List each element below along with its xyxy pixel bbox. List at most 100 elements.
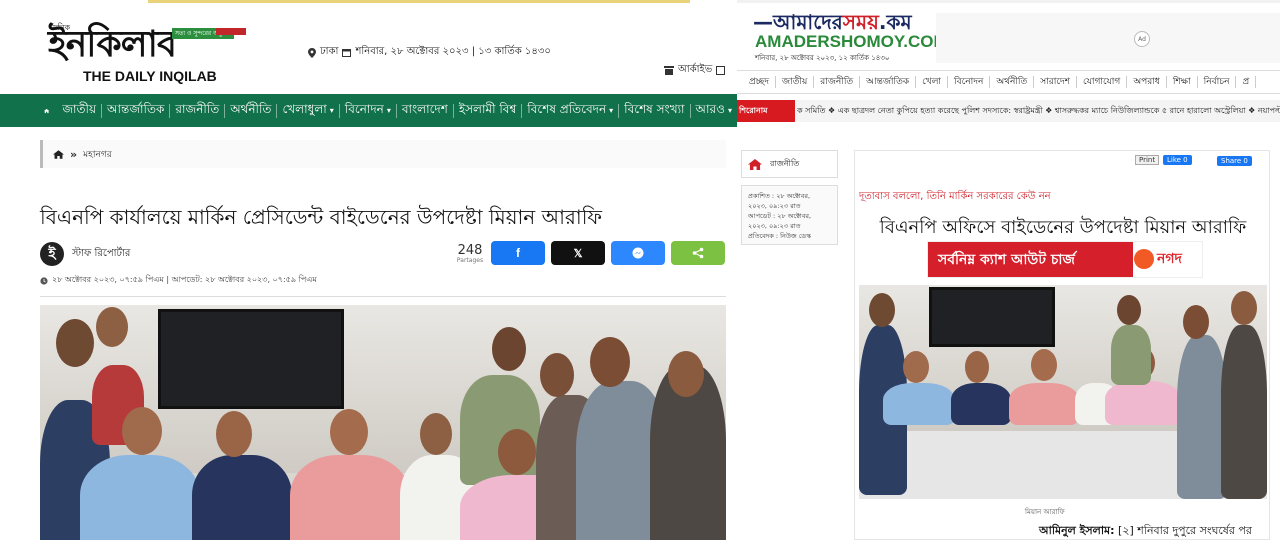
nav-item[interactable]: জাতীয়: [776, 76, 815, 88]
breadcrumb-section[interactable]: মহানগর: [83, 147, 112, 162]
logo-bangla-b: সময়: [842, 10, 879, 34]
share-count-label: Partages: [456, 257, 484, 264]
nav-item[interactable]: শিক্ষা: [1167, 76, 1198, 88]
inqilab-logo[interactable]: দৈনিক ইনকিলাব সত্য ও সুন্দরের অভ্যুদয় T…: [46, 22, 251, 84]
ticker-text[interactable]: ক সমিতি ❖ এক ছাত্রদল নেতা কুপিয়ে হত্যা …: [797, 105, 1280, 118]
lead-text: [২] শনিবার দুপুরে সংঘর্ষের পর: [1114, 524, 1252, 537]
nav-item[interactable]: বিনোদন: [948, 76, 991, 88]
article-photo[interactable]: [859, 285, 1267, 499]
photo-head: [1183, 305, 1209, 339]
calendar-icon: [342, 49, 352, 57]
photo-head: [1117, 295, 1141, 325]
photo-caption: মিয়ান আরাফি: [1025, 508, 1065, 516]
nav-item[interactable]: রাজনীতি: [814, 76, 861, 88]
photo-head: [498, 429, 536, 475]
nav-item-label: বিশেষ সংখ্যা: [624, 101, 685, 116]
archive-link[interactable]: আর্কাইভ: [664, 62, 726, 79]
facebook-icon: f: [516, 246, 520, 260]
print-button[interactable]: Print: [1135, 155, 1160, 165]
nav-item[interactable]: বিনোদন ▾: [340, 101, 396, 121]
logo-bangla-text: ইনকিলাব: [48, 23, 177, 65]
nav-item[interactable]: যোগাযোগ: [1077, 76, 1128, 88]
home-icon[interactable]: [44, 104, 50, 118]
photo-tv: [158, 309, 344, 409]
logo-english-text: THE DAILY INQILAB: [83, 68, 217, 84]
facebook-share-button[interactable]: Share 0: [1217, 156, 1252, 166]
meta-reporter: প্রতিবেদক : নিউজ ডেস্ক: [748, 232, 811, 240]
home-icon[interactable]: [748, 158, 762, 170]
photo-head: [96, 307, 128, 347]
nav-item[interactable]: অর্থনীতি: [225, 101, 276, 121]
nav-item[interactable]: বিশেষ প্রতিবেদন ▾: [522, 101, 618, 121]
date-text: শনিবার, ২৮ অক্টোবর ২০২৩ | ১৩ কার্তিক ১৪৩…: [355, 46, 551, 57]
nav-item-label: খেলাধুলা: [282, 101, 327, 116]
caret-down-icon: ▾: [386, 105, 391, 115]
photo-head: [668, 351, 704, 397]
nav-item[interactable]: খেলা: [916, 76, 949, 88]
main-nav: প্রচ্ছদ জাতীয় রাজনীতি আন্তর্জাতিক খেলা বিনোদ…: [737, 70, 1280, 94]
nav-item[interactable]: প্র: [1236, 76, 1257, 88]
nav-item[interactable]: ইসলামী বিশ্ব: [454, 101, 521, 121]
nav-item-label: রাজনীতি: [175, 101, 220, 116]
author-name[interactable]: স্টাফ রিপোর্টার: [72, 246, 130, 263]
nagad-logo-text: নগদ: [1157, 251, 1182, 267]
category-label[interactable]: রাজনীতি: [770, 158, 799, 171]
nav-item[interactable]: খেলাধুলা ▾: [277, 101, 338, 121]
double-chevron-right-icon: »: [70, 147, 78, 161]
nav-item[interactable]: বিশেষ সংখ্যা: [619, 101, 689, 121]
nav-item[interactable]: সারাদেশ: [1034, 76, 1078, 88]
article-main: Print Like 0 Share 0 দূতাবাস বললো, তিনি …: [854, 150, 1270, 540]
caret-down-icon: ▾: [609, 105, 614, 115]
messenger-icon: [632, 247, 644, 259]
nagad-ad-banner[interactable]: সর্বনিম্ন ক্যাশ আউট চার্জ নগদ: [927, 241, 1203, 278]
nav-item-label: বিনোদন: [344, 101, 384, 116]
author-avatar: ই: [40, 242, 64, 266]
amadershomoy-logo[interactable]: —আমাদেরসময়.কম AMADERSHOMOY.COM শনিবার, …: [753, 8, 948, 64]
nav-item[interactable]: নির্বাচন: [1198, 76, 1237, 88]
nav-item[interactable]: আন্তর্জাতিক: [860, 76, 917, 88]
article-timestamp: ২৮ অক্টোবর ২০২৩, ০৭:৫৯ পিএম | আপডেট: ২৮ …: [40, 274, 317, 287]
category-box[interactable]: রাজনীতি: [741, 150, 838, 178]
nav-item-label: বাংলাদেশ: [401, 101, 448, 116]
photo-head: [965, 351, 989, 383]
photo-head: [903, 351, 929, 383]
location-date-bar: ঢাকা শনিবার, ২৮ অক্টোবর ২০২৩ | ১৩ কার্তি…: [308, 44, 551, 61]
logo-english: AMADERSHOMOY.COM: [755, 32, 948, 51]
main-nav: জাতীয় আন্তর্জাতিক রাজনীতি অর্থনীতি খেলাধুলা…: [0, 94, 737, 127]
photo-person: [1177, 335, 1227, 499]
x-share-button[interactable]: 𝕏: [551, 241, 605, 265]
epaper-icon[interactable]: [716, 66, 726, 75]
timestamp-text: ২৮ অক্টোবর ২০২৩, ০৭:৫৯ পিএম | আপডেট: ২৮ …: [52, 275, 317, 284]
nav-item[interactable]: আরও ▾: [691, 101, 737, 121]
lead-author: আমিনুল ইসলাম:: [1039, 524, 1115, 537]
nav-item-label: ইসলামী বিশ্ব: [458, 101, 517, 116]
banner-text: সর্বনিম্ন ক্যাশ আউট চার্জ: [928, 242, 1133, 277]
ticker-label: শিরোনাম: [737, 100, 795, 122]
photo-head: [420, 413, 452, 455]
facebook-like-button[interactable]: Like 0: [1163, 155, 1192, 165]
nav-item[interactable]: অর্থনীতি: [990, 76, 1035, 88]
nav-item[interactable]: আন্তর্জাতিক: [102, 101, 169, 121]
messenger-share-button[interactable]: [611, 241, 665, 265]
nav-item[interactable]: জাতীয়: [57, 101, 101, 121]
ad-badge[interactable]: Ad: [1134, 31, 1150, 47]
nav-item[interactable]: বাংলাদেশ: [397, 101, 453, 121]
x-icon: 𝕏: [573, 247, 583, 260]
nav-item[interactable]: অপরাধ: [1127, 76, 1167, 88]
nav-item[interactable]: প্রচ্ছদ: [743, 76, 776, 88]
nav-item-label: অর্থনীতি: [230, 101, 272, 116]
photo-head: [590, 337, 630, 387]
article-photo[interactable]: [40, 305, 726, 540]
home-icon[interactable]: [53, 149, 64, 159]
article-headline: বিএনপি কার্যালয়ে মার্কিন প্রেসিডেন্ট বা…: [40, 205, 603, 229]
nav-item[interactable]: রাজনীতি: [170, 101, 224, 121]
photo-person: [192, 455, 292, 540]
facebook-share-button[interactable]: f: [491, 241, 545, 265]
photo-person: [1105, 381, 1181, 425]
article-lead: আমিনুল ইসলাম: [২] শনিবার দুপুরে সংঘর্ষের…: [1039, 522, 1252, 540]
photo-tv: [929, 287, 1055, 347]
ad-slot[interactable]: [936, 13, 1280, 63]
header-date: শনিবার, ২৮ অক্টোবর ২০২৩, ১২ কার্তিক ১৪৩০: [755, 54, 890, 62]
meta-published: প্রকাশিত : ২৮ অক্টোবর, ২০২৩, ০৯:২৩ রাত: [748, 192, 811, 210]
share-more-button[interactable]: [671, 241, 725, 265]
